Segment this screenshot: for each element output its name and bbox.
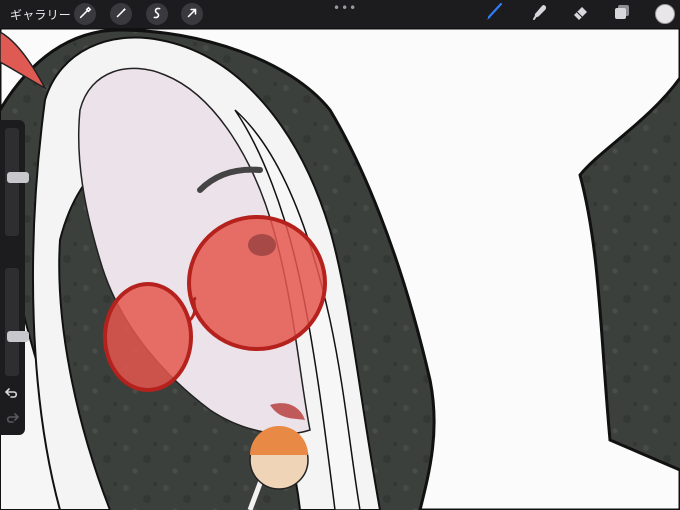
- transform-button[interactable]: [181, 3, 203, 25]
- brush-size-thumb[interactable]: [7, 172, 29, 183]
- smudge-tool-button[interactable]: [529, 3, 551, 25]
- undo-arrow-icon: [4, 388, 18, 398]
- top-toolbar: ギャラリー •••: [0, 0, 680, 28]
- opacity-thumb[interactable]: [7, 331, 29, 342]
- more-options-button[interactable]: •••: [333, 1, 357, 15]
- smudge-icon: [530, 2, 550, 26]
- layers-icon: [612, 2, 632, 26]
- wrench-icon: [78, 5, 92, 24]
- magic-wand-icon: [114, 5, 128, 24]
- left-sidebar: [0, 120, 29, 435]
- transform-arrow-icon: [185, 5, 199, 24]
- selection-s-icon: [150, 5, 164, 24]
- brush-size-slider[interactable]: [5, 128, 29, 236]
- drawing-canvas[interactable]: [0, 0, 680, 510]
- color-picker-button[interactable]: [655, 4, 675, 24]
- brush-icon: [484, 2, 504, 26]
- opacity-slider[interactable]: [5, 268, 29, 376]
- erase-tool-button[interactable]: [570, 3, 592, 25]
- actions-button[interactable]: [74, 3, 96, 25]
- paint-tool-button[interactable]: [483, 2, 505, 26]
- gallery-button[interactable]: ギャラリー: [10, 6, 71, 23]
- selection-button[interactable]: [146, 3, 168, 25]
- adjustments-button[interactable]: [110, 3, 132, 25]
- redo-button[interactable]: [4, 410, 20, 426]
- layers-tool-button[interactable]: [611, 3, 633, 25]
- eraser-icon: [571, 2, 591, 26]
- undo-button[interactable]: [4, 385, 20, 401]
- redo-arrow-icon: [6, 413, 20, 423]
